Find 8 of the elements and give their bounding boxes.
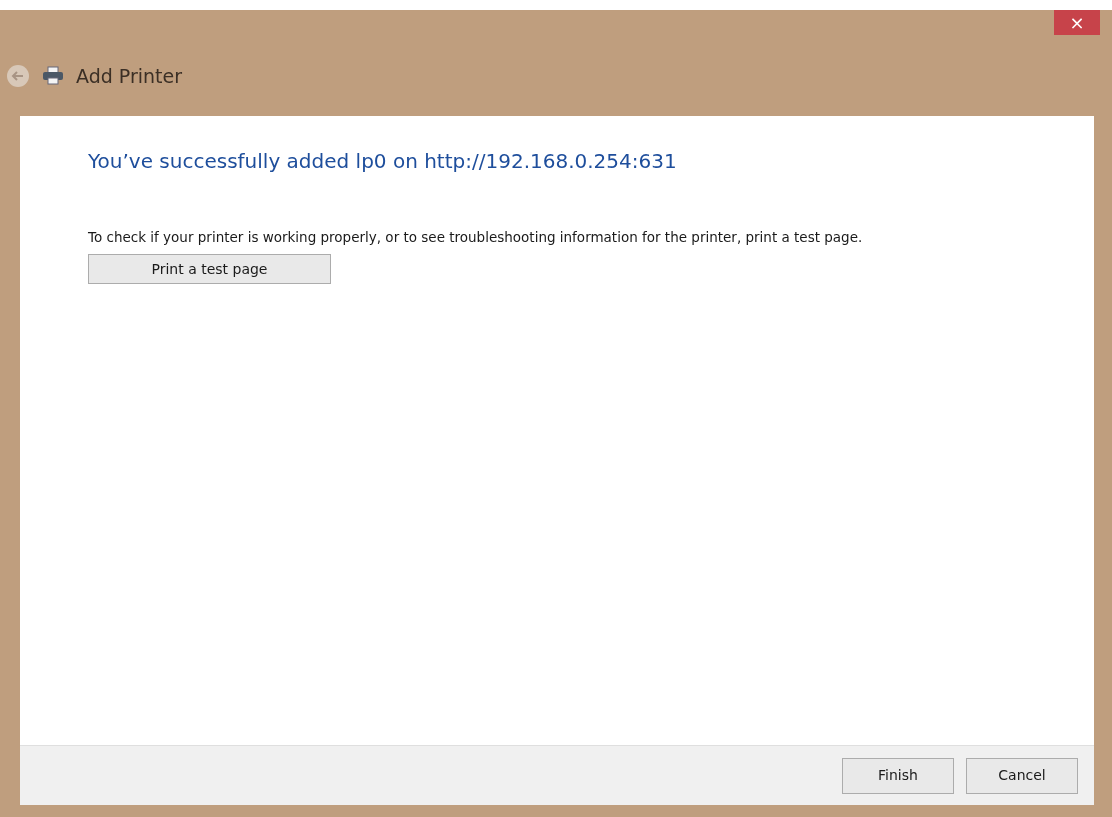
success-heading: You’ve successfully added lp0 on http://192.168.0.254:631 xyxy=(88,148,678,175)
close-button[interactable]: × xyxy=(1054,10,1100,35)
printer-icon xyxy=(42,66,64,86)
dialog-button[interactable]: Finish xyxy=(842,757,954,794)
window-title: Add Printer xyxy=(76,63,183,89)
print-test-page-button[interactable]: Print a test page xyxy=(88,254,331,284)
description-text: To check if your printer is working properly, or to see troubleshooting information for the printer, print a test page. xyxy=(88,228,864,247)
dialog-button[interactable]: Cancel xyxy=(966,757,1078,794)
